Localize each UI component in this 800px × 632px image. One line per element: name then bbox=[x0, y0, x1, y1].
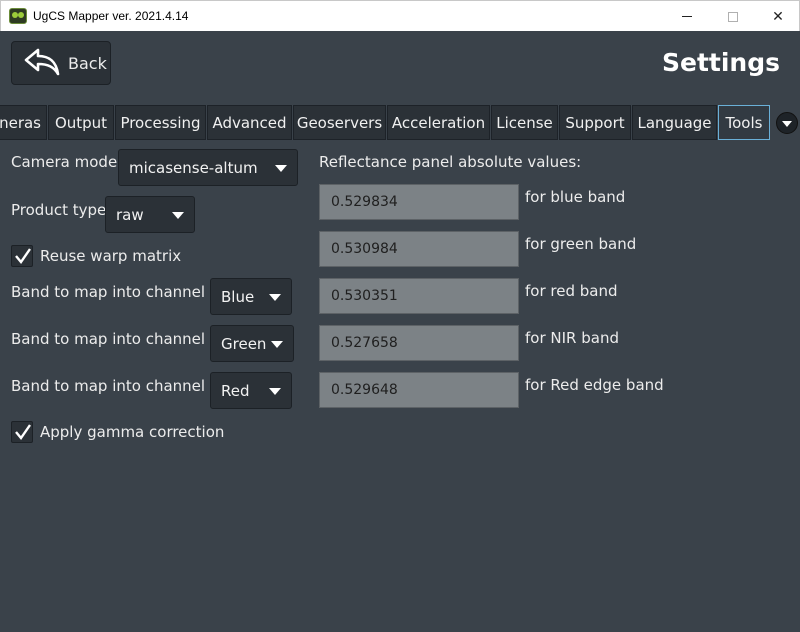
maximize-icon bbox=[728, 11, 738, 22]
back-button[interactable]: Back bbox=[11, 41, 111, 85]
tab-label: Advanced bbox=[212, 113, 287, 132]
reuse-warp-checkbox[interactable] bbox=[11, 245, 33, 267]
gamma-correction-label: Apply gamma correction bbox=[40, 423, 225, 441]
tab-tools[interactable]: Tools bbox=[718, 105, 770, 140]
tab-processing[interactable]: Processing bbox=[115, 105, 206, 140]
chevron-down-icon bbox=[172, 212, 184, 219]
rededge-band-input[interactable]: 0.529648 bbox=[319, 372, 519, 408]
tab-label: License bbox=[496, 113, 553, 132]
nir-band-input[interactable]: 0.527658 bbox=[319, 325, 519, 361]
app-logo-icon bbox=[9, 8, 27, 24]
channel1-select[interactable]: Green bbox=[210, 325, 294, 362]
camera-model-label: Camera model bbox=[11, 153, 122, 171]
page-title: Settings bbox=[661, 48, 780, 77]
channel0-select[interactable]: Blue bbox=[210, 278, 292, 315]
window-title-bar: UgCS Mapper ver. 2021.4.14 ✕ bbox=[0, 0, 800, 31]
tab-label: Tools bbox=[725, 113, 763, 132]
reuse-warp-label: Reuse warp matrix bbox=[40, 247, 182, 265]
checkmark-icon bbox=[15, 248, 31, 264]
rededge-band-label: for Red edge band bbox=[525, 376, 664, 394]
channel0-label: Band to map into channel 0 bbox=[11, 283, 220, 301]
window-title: UgCS Mapper ver. 2021.4.14 bbox=[33, 9, 189, 23]
minimize-icon bbox=[682, 16, 692, 17]
close-button[interactable]: ✕ bbox=[755, 1, 800, 32]
settings-tabs: neras Output Processing Advanced Geoserv… bbox=[0, 104, 800, 141]
checkmark-icon bbox=[15, 424, 31, 440]
gamma-correction-checkbox[interactable] bbox=[11, 421, 33, 443]
nir-band-label: for NIR band bbox=[525, 329, 619, 347]
tab-advanced[interactable]: Advanced bbox=[207, 105, 292, 140]
tab-label: Geoservers bbox=[296, 113, 383, 132]
product-type-select[interactable]: raw bbox=[105, 196, 195, 233]
reflectance-heading: Reflectance panel absolute values: bbox=[319, 153, 582, 171]
red-band-input[interactable]: 0.530351 bbox=[319, 278, 519, 314]
minimize-button[interactable] bbox=[664, 1, 710, 32]
back-label: Back bbox=[68, 53, 107, 73]
product-type-label: Product type bbox=[11, 201, 107, 219]
tab-scroll-down-icon[interactable] bbox=[776, 112, 798, 134]
maximize-button[interactable] bbox=[710, 1, 756, 32]
tab-support[interactable]: Support bbox=[559, 105, 631, 140]
tab-license[interactable]: License bbox=[491, 105, 558, 140]
channel0-value: Blue bbox=[221, 287, 255, 306]
tab-language[interactable]: Language bbox=[632, 105, 717, 140]
green-band-input[interactable]: 0.530984 bbox=[319, 231, 519, 267]
product-type-value: raw bbox=[116, 205, 144, 224]
tab-cameras[interactable]: neras bbox=[0, 105, 47, 140]
chevron-down-icon bbox=[275, 165, 287, 172]
back-arrow-icon bbox=[24, 48, 60, 76]
green-band-label: for green band bbox=[525, 235, 637, 253]
tab-acceleration[interactable]: Acceleration bbox=[387, 105, 490, 140]
blue-band-label: for blue band bbox=[525, 188, 626, 206]
tab-label: Acceleration bbox=[391, 113, 486, 132]
channel2-value: Red bbox=[221, 381, 250, 400]
tab-geoservers[interactable]: Geoservers bbox=[293, 105, 386, 140]
chevron-down-icon bbox=[269, 294, 281, 301]
camera-model-value: micasense-altum bbox=[129, 158, 258, 177]
tab-label: Processing bbox=[120, 113, 201, 132]
close-icon: ✕ bbox=[772, 8, 784, 24]
tab-label: Support bbox=[565, 113, 625, 132]
channel2-select[interactable]: Red bbox=[210, 372, 292, 409]
tab-label: neras bbox=[0, 113, 41, 132]
camera-model-select[interactable]: micasense-altum bbox=[118, 149, 298, 186]
blue-band-input[interactable]: 0.529834 bbox=[319, 184, 519, 220]
chevron-down-icon bbox=[269, 388, 281, 395]
red-band-label: for red band bbox=[525, 282, 618, 300]
channel1-label: Band to map into channel 1 bbox=[11, 330, 220, 348]
tab-output[interactable]: Output bbox=[48, 105, 114, 140]
tab-label: Language bbox=[637, 113, 712, 132]
chevron-down-icon bbox=[271, 341, 283, 348]
channel2-label: Band to map into channel 2 bbox=[11, 377, 220, 395]
channel1-value: Green bbox=[221, 334, 267, 353]
tab-label: Output bbox=[54, 113, 108, 132]
